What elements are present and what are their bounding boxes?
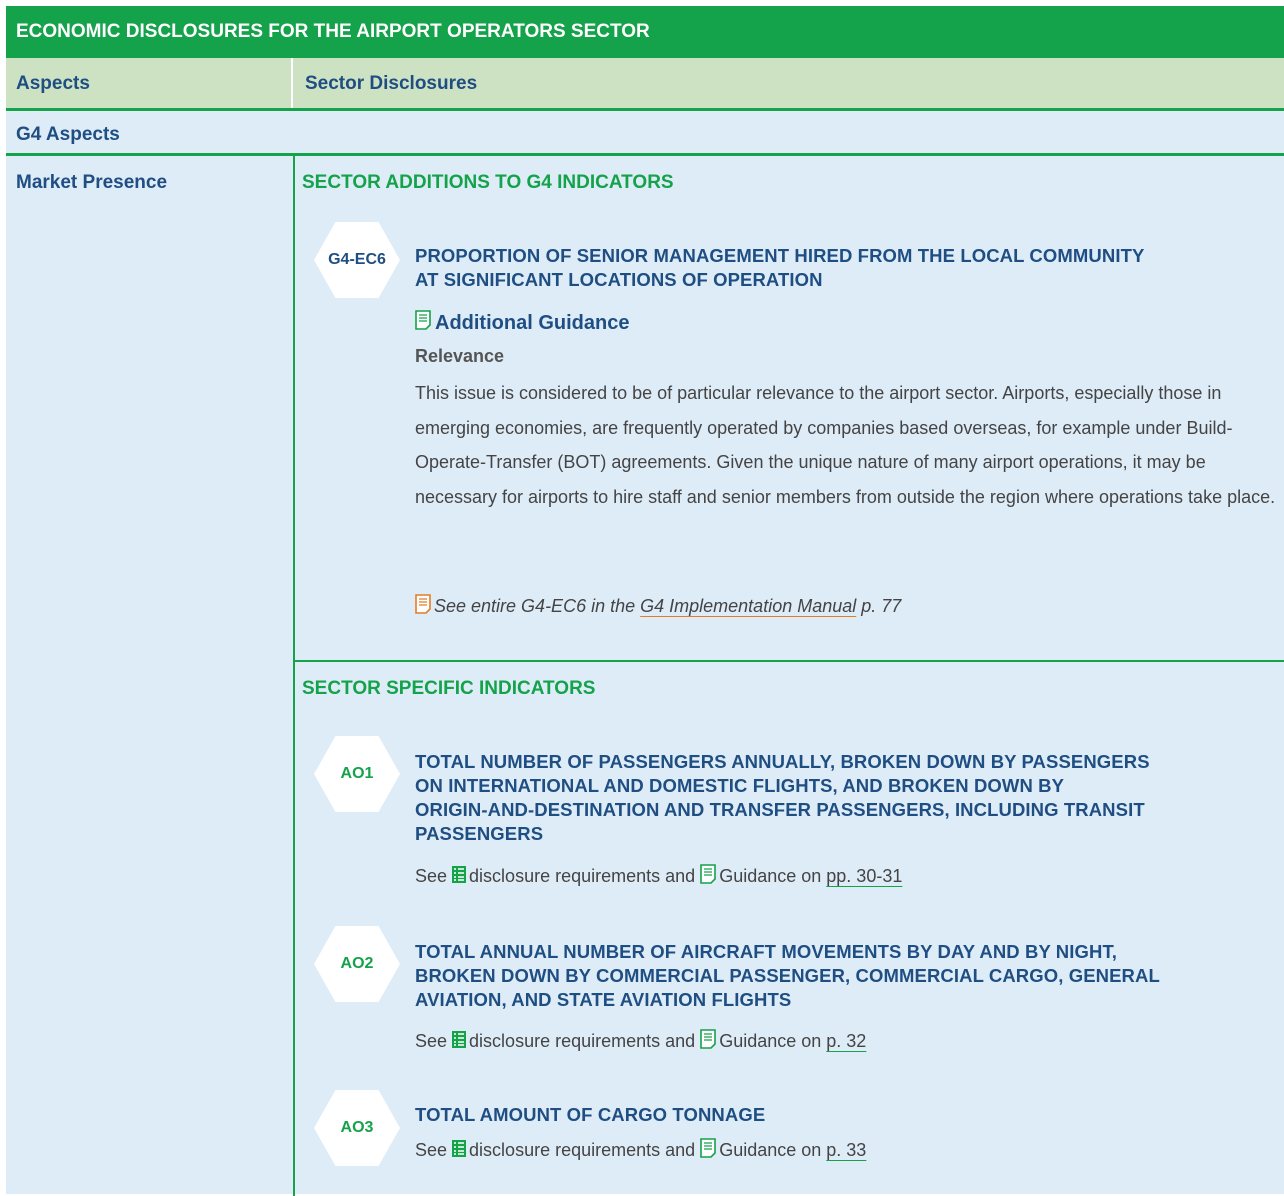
document-icon[interactable] [700, 1029, 716, 1054]
title-line: ORIGIN-AND-DESTINATION AND TRANSFER PASS… [415, 799, 1145, 820]
guidance-text: Guidance on [719, 1140, 822, 1160]
see-line-ao2: See disclosure requirements and Guidance… [415, 1029, 866, 1054]
see-word: See [415, 866, 448, 886]
section-heading-specific: SECTOR SPECIFIC INDICATORS [302, 678, 596, 699]
list-icon[interactable] [452, 1139, 467, 1162]
list-icon[interactable] [452, 1030, 467, 1053]
indicator-title-ao2: TOTAL ANNUAL NUMBER OF AIRCRAFT MOVEMENT… [415, 940, 1280, 1012]
g4-aspects-row: G4 Aspects [16, 124, 120, 145]
indicator-badge-g4-ec6: G4-EC6 [314, 222, 400, 298]
table-title: ECONOMIC DISCLOSURES FOR THE AIRPORT OPE… [6, 6, 1284, 58]
header-row: Aspects Sector Disclosures [6, 58, 1284, 108]
aspects-header: Aspects [6, 58, 293, 108]
page-link[interactable]: p. 32 [826, 1031, 866, 1052]
title-line: AT SIGNIFICANT LOCATIONS OF OPERATION [415, 269, 823, 290]
see-word: See [415, 1140, 448, 1160]
see-line-ao1: See disclosure requirements and Guidance… [415, 864, 902, 889]
indicator-badge-ao3: AO3 [314, 1090, 400, 1166]
disclosure-text: disclosure requirements and [469, 1140, 696, 1160]
title-line: AVIATION, AND STATE AVIATION FLIGHTS [415, 989, 792, 1010]
document-icon [415, 310, 431, 336]
see-entire-reference: See entire G4-EC6 in the G4 Implementati… [415, 594, 901, 619]
guidance-text: Guidance on [719, 1031, 822, 1051]
document-icon[interactable] [700, 864, 716, 889]
disclosure-text: disclosure requirements and [469, 866, 696, 886]
document-icon[interactable] [700, 1138, 716, 1163]
sector-disclosures-header: Sector Disclosures [305, 73, 478, 94]
title-line: TOTAL ANNUAL NUMBER OF AIRCRAFT MOVEMENT… [415, 941, 1118, 962]
list-icon[interactable] [452, 865, 467, 888]
section-divider [295, 660, 1284, 662]
additional-guidance-label: Additional Guidance [435, 311, 630, 334]
divider [6, 153, 1284, 156]
see-entire-prefix: See entire G4-EC6 in the [434, 596, 636, 616]
relevance-paragraph: This issue is considered to be of partic… [415, 383, 1276, 507]
disclosures-page: ECONOMIC DISCLOSURES FOR THE AIRPORT OPE… [6, 6, 1284, 1196]
title-line: TOTAL NUMBER OF PASSENGERS ANNUALLY, BRO… [415, 751, 1150, 772]
indicator-title-g4-ec6: PROPORTION OF SENIOR MANAGEMENT HIRED FR… [415, 244, 1280, 292]
title-line: PROPORTION OF SENIOR MANAGEMENT HIRED FR… [415, 245, 1145, 266]
indicator-title-ao3: TOTAL AMOUNT OF CARGO TONNAGE [415, 1103, 1280, 1127]
section-heading-additions: SECTOR ADDITIONS TO G4 INDICATORS [302, 172, 674, 193]
document-icon [415, 594, 431, 619]
badge-code: AO2 [340, 955, 374, 972]
guidance-text: Guidance on [719, 866, 822, 886]
indicator-badge-ao1: AO1 [314, 736, 400, 812]
column-divider [293, 156, 295, 1196]
badge-code: AO3 [340, 1119, 374, 1136]
page-link[interactable]: p. 33 [826, 1140, 866, 1161]
page-link[interactable]: pp. 30-31 [826, 866, 902, 887]
title-line: ON INTERNATIONAL AND DOMESTIC FLIGHTS, A… [415, 775, 1065, 796]
aspect-market-presence: Market Presence [16, 172, 168, 193]
relevance-label: Relevance [415, 346, 505, 366]
see-word: See [415, 1031, 448, 1051]
disclosure-text: disclosure requirements and [469, 1031, 696, 1051]
badge-code: G4-EC6 [328, 251, 386, 268]
implementation-manual-link[interactable]: G4 Implementation Manual [640, 596, 856, 617]
badge-code: AO1 [340, 765, 374, 782]
additional-guidance: Additional Guidance [415, 310, 629, 336]
title-line: PASSENGERS [415, 823, 544, 844]
see-entire-suffix: p. 77 [861, 596, 902, 616]
title-line: BROKEN DOWN BY COMMERCIAL PASSENGER, COM… [415, 965, 1160, 986]
see-line-ao3: See disclosure requirements and Guidance… [415, 1138, 866, 1163]
title-line: TOTAL AMOUNT OF CARGO TONNAGE [415, 1104, 766, 1125]
indicator-title-ao1: TOTAL NUMBER OF PASSENGERS ANNUALLY, BRO… [415, 750, 1280, 846]
indicator-badge-ao2: AO2 [314, 926, 400, 1002]
